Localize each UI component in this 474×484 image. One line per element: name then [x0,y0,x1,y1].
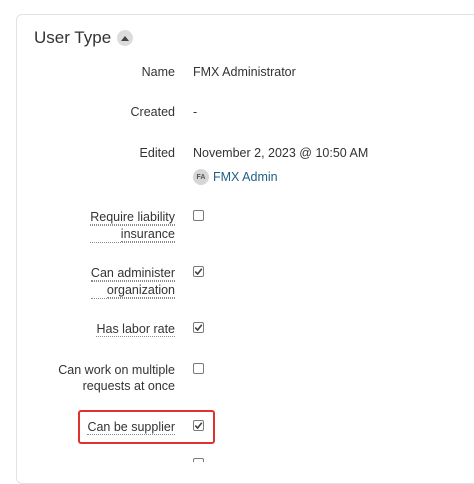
section-header: User Type [34,28,134,48]
edited-value: November 2, 2023 @ 10:50 AM [193,146,369,160]
can-administer-organization-label: Can administer organization [90,266,175,299]
checkmark-icon [194,268,203,276]
can-administer-organization-checkbox[interactable] [193,266,204,277]
user-type-panel [16,14,474,484]
checkmark-icon [194,422,203,430]
edited-by-user-name[interactable]: FMX Admin [213,170,278,184]
edited-by-user-link[interactable]: FA FMX Admin [193,169,278,185]
chevron-up-icon[interactable] [117,30,134,46]
checkmark-icon [194,324,203,332]
can-be-supplier-checkbox[interactable] [193,420,204,431]
has-labor-rate-label: Has labor rate [96,322,175,337]
can-work-on-multiple-requests-label: Can work on multiple requests at once [58,363,175,393]
name-value: FMX Administrator [193,65,296,79]
edited-label: Edited [139,146,175,160]
avatar: FA [193,169,209,185]
name-label: Name [141,65,175,79]
can-be-supplier-label: Can be supplier [87,420,175,435]
can-work-on-multiple-requests-checkbox[interactable] [193,363,204,374]
require-liability-insurance-label: Require liability insurance [90,210,175,243]
require-liability-insurance-checkbox[interactable] [193,210,204,221]
created-label: Created [130,105,175,119]
has-labor-rate-checkbox[interactable] [193,322,204,333]
next-permission-checkbox[interactable] [193,458,204,462]
section-title: User Type [34,28,112,47]
created-value: - [193,105,198,119]
